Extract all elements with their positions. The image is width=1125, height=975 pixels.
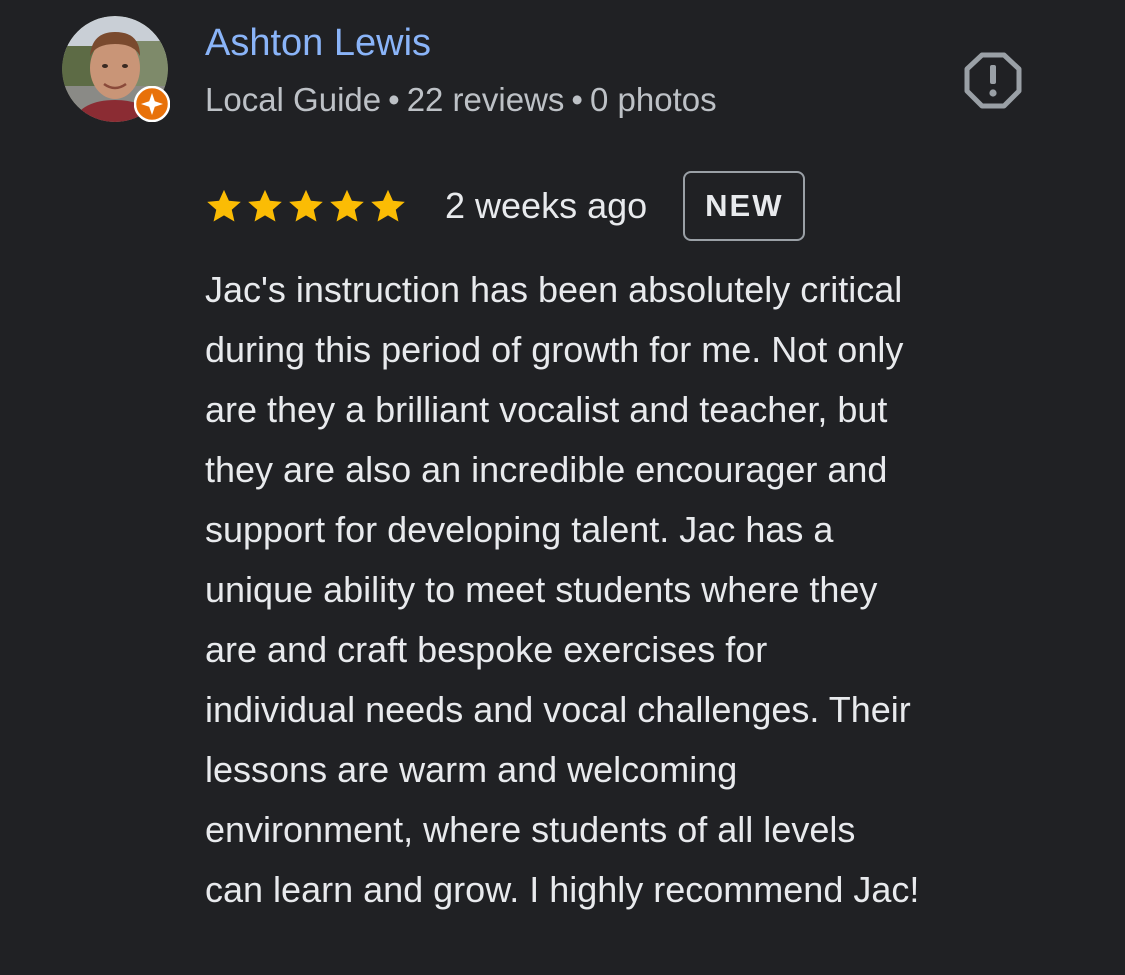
- star-icon: [289, 189, 323, 222]
- review-text-line: individual needs and vocal challenges. T…: [205, 689, 911, 730]
- review-text-line: environment, where students of all level…: [205, 809, 856, 850]
- star-icon: [330, 189, 364, 222]
- new-badge: NEW: [683, 171, 806, 241]
- review-card: Ashton Lewis Local Guide • 22 reviews • 0 ph…: [0, 0, 1125, 975]
- star-icon: [371, 189, 405, 222]
- review-text-line: during this period of growth for me. Not…: [205, 329, 904, 370]
- review-text-line: unique ability to meet students where th…: [205, 569, 878, 610]
- reviewer-level: Local Guide: [205, 81, 382, 118]
- star-icon: [248, 189, 282, 222]
- review-text-line: are they a brilliant vocalist and teache…: [205, 389, 888, 430]
- review-text-line: they are also an incredible encourager a…: [205, 449, 888, 490]
- reviewer-meta[interactable]: Local Guide • 22 reviews • 0 photos: [205, 78, 717, 122]
- reviewer-photo-count: 0 photos: [589, 81, 717, 118]
- review-text-line: are and craft bespoke exercises for: [205, 629, 768, 670]
- report-review-button[interactable]: [963, 50, 1023, 110]
- rating-row: 2 weeks ago NEW: [205, 168, 806, 244]
- review-text-line: support for developing talent. Jac has a: [205, 509, 834, 550]
- meta-separator: •: [571, 81, 583, 118]
- review-text-line: lessons are warm and welcoming: [205, 749, 738, 790]
- review-text-line: Jac's instruction has been absolutely cr…: [205, 269, 903, 310]
- review-date: 2 weeks ago: [445, 185, 648, 226]
- star-icon: [207, 189, 241, 222]
- meta-separator: •: [388, 81, 400, 118]
- reviewer-name[interactable]: Ashton Lewis: [205, 18, 431, 68]
- reviewer-review-count: 22 reviews: [406, 81, 565, 118]
- review-text-line: can learn and grow. I highly recommend J…: [205, 869, 920, 910]
- star-rating: [205, 187, 407, 225]
- review-text: Jac's instruction has been absolutely cr…: [205, 260, 1105, 920]
- avatar[interactable]: [62, 16, 170, 122]
- report-flag-icon: [964, 52, 1022, 109]
- local-guide-badge-icon: [134, 86, 170, 122]
